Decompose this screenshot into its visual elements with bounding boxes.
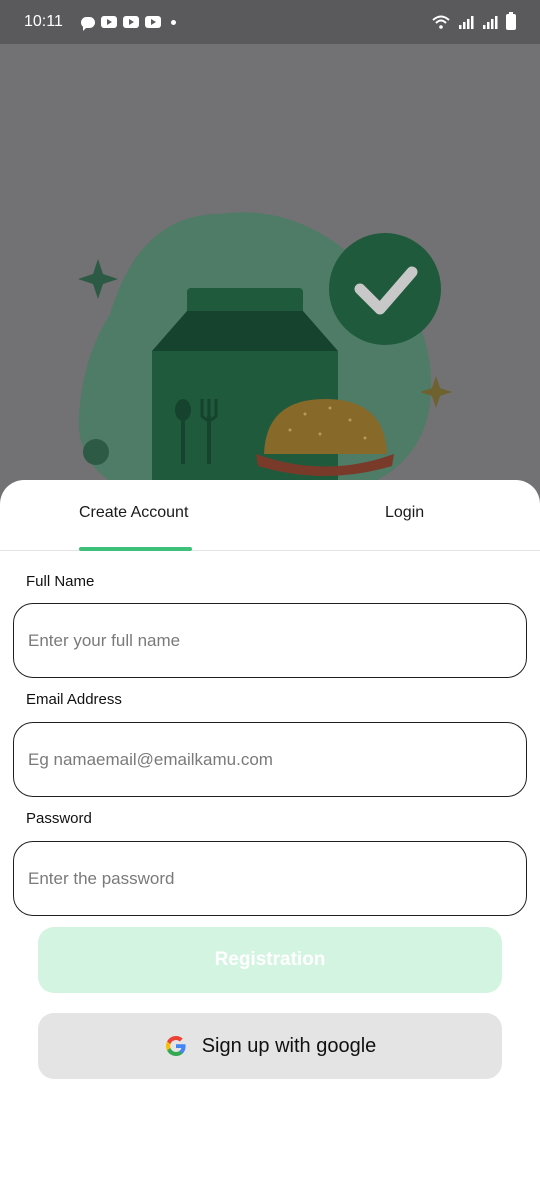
wifi-icon (432, 15, 450, 29)
auth-tabs: Create Account Login (0, 480, 540, 551)
google-signup-button[interactable]: Sign up with google (38, 1013, 502, 1079)
signal-icon (483, 16, 498, 29)
google-signup-label: Sign up with google (201, 1034, 377, 1057)
illustration-backdrop (0, 44, 540, 504)
email-input[interactable] (13, 722, 527, 797)
notification-icons (80, 16, 176, 31)
full-name-input[interactable] (13, 603, 527, 678)
status-bar: 10:11 (0, 0, 540, 44)
food-delivery-illustration (78, 212, 452, 504)
tab-create-account[interactable]: Create Account (79, 504, 188, 522)
registration-sheet: Create Account Login Full Name Email Add… (0, 480, 540, 1200)
battery-icon (506, 12, 516, 30)
active-tab-indicator (79, 547, 192, 551)
signal-icon (459, 16, 474, 29)
youtube-icon (100, 16, 117, 28)
youtube-icon (144, 16, 161, 28)
more-notifications-dot (170, 19, 176, 25)
chat-icon (80, 16, 95, 31)
registration-button[interactable]: Registration (38, 927, 502, 993)
full-name-label: Full Name (26, 573, 95, 590)
youtube-icon (122, 16, 139, 28)
google-icon (165, 1036, 186, 1056)
status-time: 10:11 (24, 13, 63, 30)
email-label: Email Address (26, 691, 122, 708)
password-input[interactable] (13, 841, 527, 916)
system-icons (432, 12, 516, 30)
registration-button-label: Registration (214, 949, 326, 970)
tab-login[interactable]: Login (385, 504, 424, 522)
password-label: Password (26, 810, 92, 827)
